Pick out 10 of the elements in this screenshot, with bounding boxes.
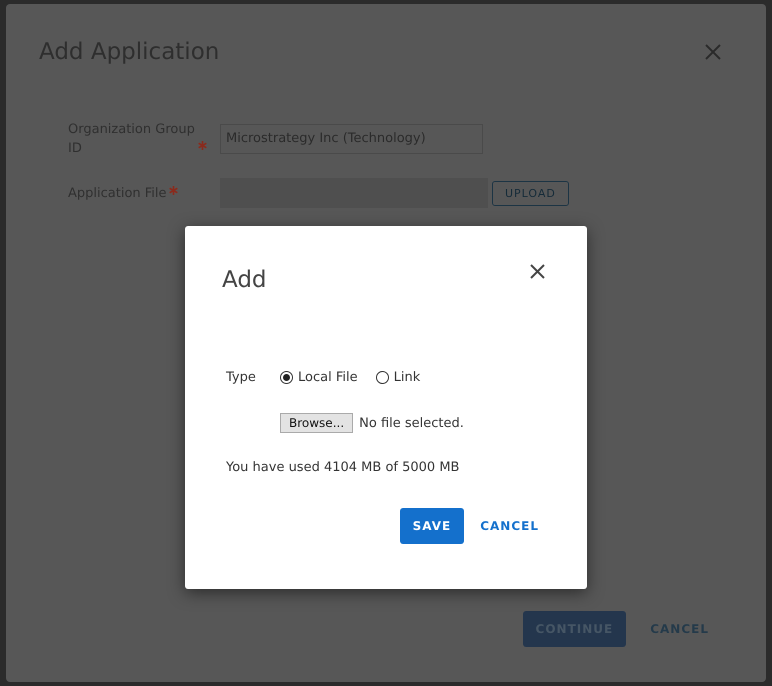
radio-option[interactable]: Link	[376, 370, 420, 385]
cancel-button[interactable]: CANCEL	[472, 508, 547, 544]
save-button[interactable]: SAVE	[400, 508, 464, 544]
browse-button[interactable]: Browse...	[280, 413, 354, 433]
file-status: No file selected.	[359, 416, 464, 430]
modal-title: Add	[222, 267, 267, 293]
close-icon[interactable]	[530, 264, 545, 279]
usage-text: You have used 4104 MB of 5000 MB	[225, 460, 460, 475]
radio-option[interactable]: Local File	[280, 370, 358, 385]
type-label: Type	[226, 370, 257, 385]
